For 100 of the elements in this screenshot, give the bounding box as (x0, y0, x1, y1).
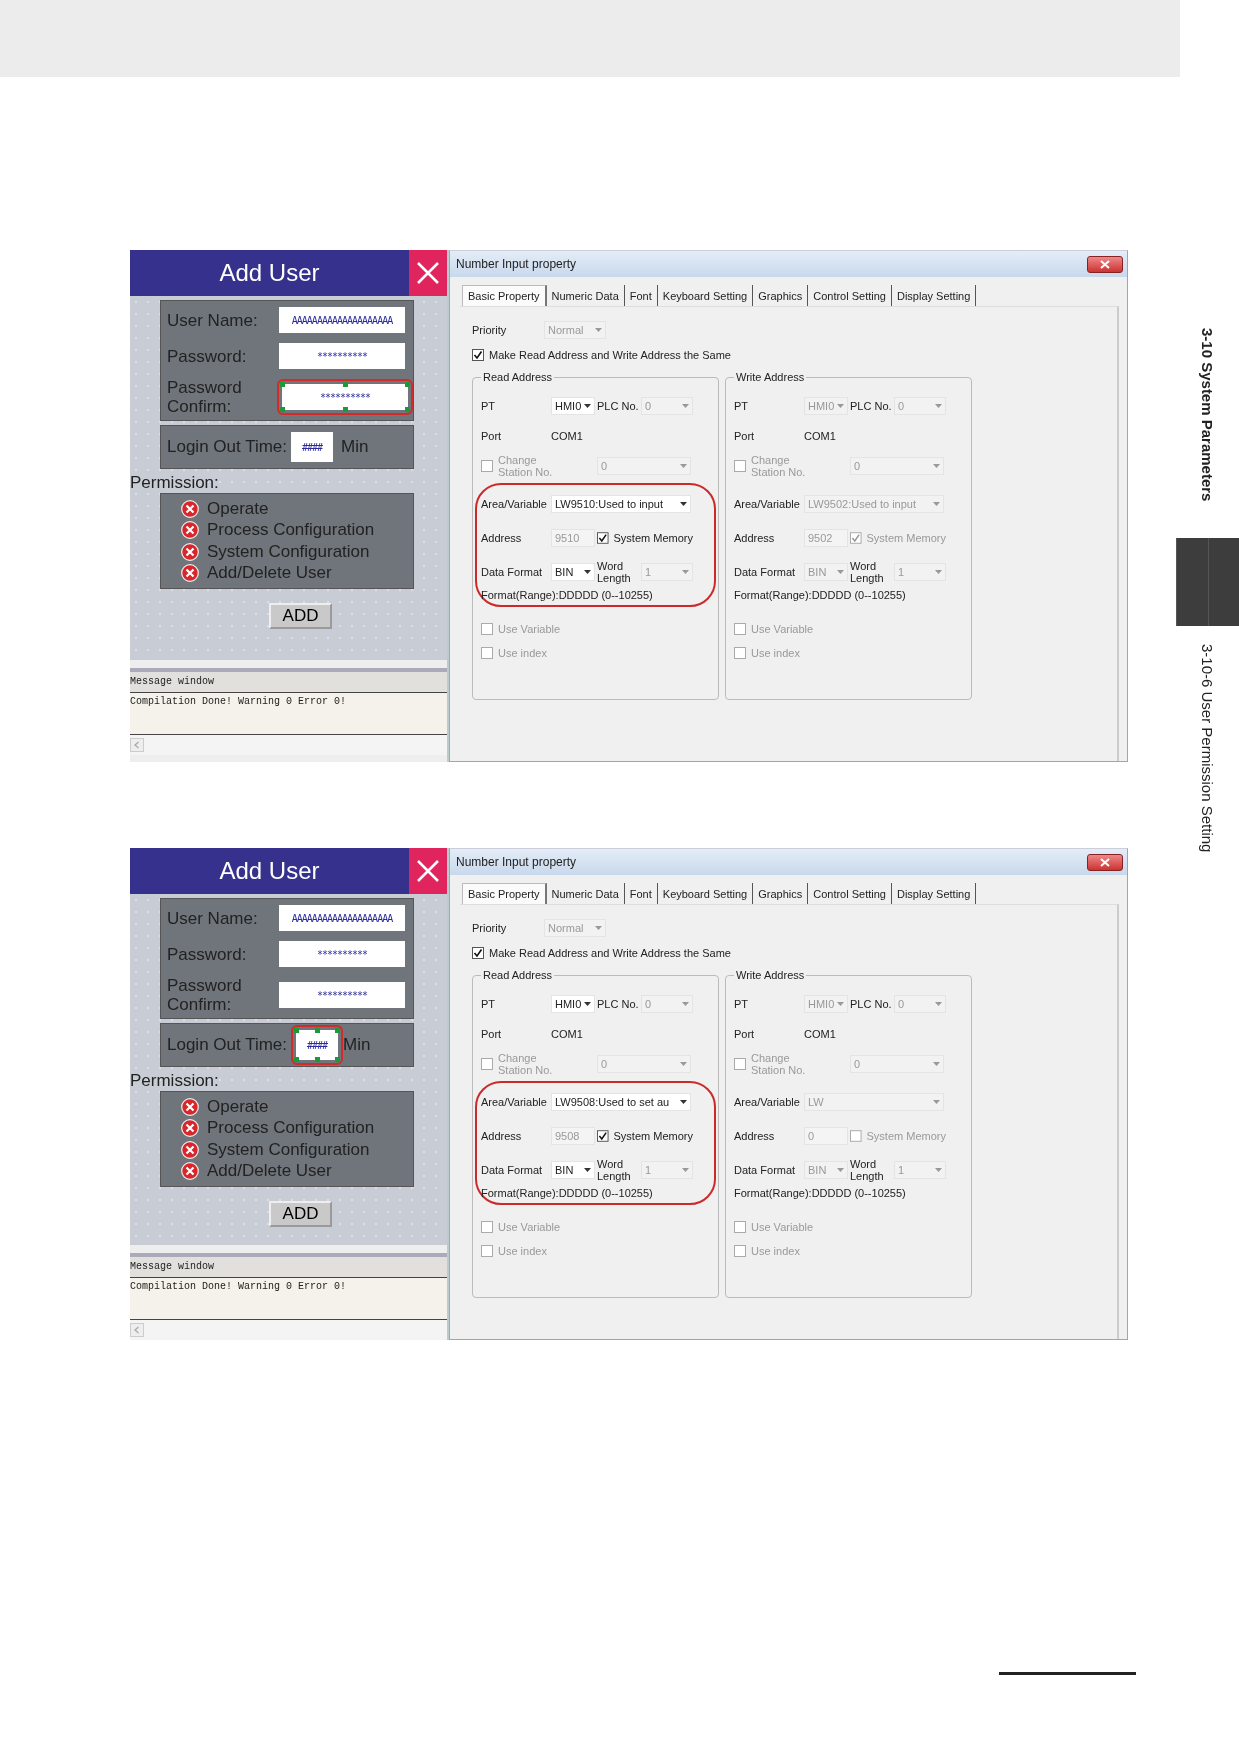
selection-handle[interactable] (294, 1057, 299, 1062)
field-label: Address (481, 1130, 523, 1142)
close-button[interactable] (1087, 853, 1123, 871)
field-label: Login Out Time: (167, 1035, 287, 1055)
checkbox[interactable] (734, 1245, 746, 1257)
caret-icon (584, 404, 591, 408)
checkbox-label: System Memory (866, 1130, 946, 1142)
checkbox[interactable] (734, 647, 746, 659)
tab[interactable]: Graphics (753, 883, 809, 904)
window-title: Number Input property (456, 257, 577, 271)
close-button[interactable] (1087, 255, 1123, 273)
dropdown[interactable]: HMI0 (551, 995, 595, 1013)
checkbox[interactable] (481, 1245, 493, 1257)
checkbox[interactable] (734, 1221, 746, 1233)
selection-handle[interactable] (315, 1028, 320, 1033)
selection-handle[interactable] (315, 1057, 320, 1062)
close-icon (1100, 857, 1110, 867)
caret-icon (933, 1100, 940, 1104)
tab[interactable]: Basic Property (462, 883, 547, 904)
permission-label: Process Configuration (207, 520, 375, 541)
checkbox-label: Use Variable (751, 623, 814, 635)
text-field[interactable]: ********** (282, 384, 408, 410)
selection-handle[interactable] (405, 407, 410, 412)
dropdown[interactable]: LW9510:Used to input (551, 495, 691, 513)
text-field[interactable]: #### (296, 1030, 338, 1060)
text-field[interactable]: #### (291, 432, 333, 462)
section-label: Permission: (130, 1071, 220, 1091)
selection-handle[interactable] (335, 1028, 340, 1033)
caret-icon (935, 1168, 942, 1172)
field-label: Word Length (597, 560, 632, 584)
selection-handle[interactable] (280, 407, 285, 412)
tab[interactable]: Control Setting (808, 285, 892, 306)
text-field[interactable]: ********** (279, 982, 405, 1008)
field-label: Password Confirm: (167, 976, 243, 1014)
group-title: Write Address (735, 969, 806, 981)
caret-icon (935, 1002, 942, 1006)
field-label: Data Format (734, 1164, 797, 1176)
checkbox[interactable] (472, 947, 484, 959)
cross-icon (181, 521, 199, 540)
tab[interactable]: Display Setting (892, 883, 977, 904)
field-label: PLC No. (597, 400, 639, 412)
checkbox[interactable] (597, 532, 609, 544)
tab[interactable]: Keyboard Setting (657, 285, 754, 306)
checkbox[interactable] (481, 1221, 493, 1233)
caret-icon (680, 1100, 687, 1104)
tab[interactable]: Keyboard Setting (657, 883, 754, 904)
dropdown[interactable]: BIN (551, 563, 595, 581)
selection-handle[interactable] (335, 1057, 340, 1062)
port-value: COM1 (804, 1028, 837, 1040)
checkbox[interactable] (481, 623, 493, 635)
checkbox-label: Change Station No. (751, 454, 807, 478)
field-label: Word Length (850, 1158, 885, 1182)
cross-icon (181, 564, 199, 583)
caret-icon (595, 926, 602, 930)
scroll-left-icon[interactable] (130, 1323, 144, 1337)
selection-handle[interactable] (343, 382, 348, 387)
tab[interactable]: Basic Property (462, 285, 547, 306)
tab[interactable]: Numeric Data (546, 285, 625, 306)
text-field[interactable]: AAAAAAAAAAAAAAAAAAAA (279, 307, 405, 333)
checkbox[interactable] (481, 647, 493, 659)
add-button[interactable]: ADD (268, 1201, 333, 1227)
tab[interactable]: Font (624, 883, 658, 904)
tab[interactable]: Font (624, 285, 658, 306)
caret-icon (595, 328, 602, 332)
selection-handle[interactable] (280, 382, 285, 387)
dropdown[interactable]: LW9508:Used to set au (551, 1093, 691, 1111)
checkbox-label: Use index (498, 1245, 547, 1257)
checkbox-label: Use index (751, 1245, 800, 1257)
checkbox[interactable] (597, 1130, 609, 1142)
selection-handle[interactable] (343, 407, 348, 412)
checkbox[interactable] (734, 623, 746, 635)
screen-title: Add User (218, 856, 321, 886)
close-button[interactable] (409, 848, 447, 894)
caret-icon (680, 1062, 687, 1066)
tab[interactable]: Numeric Data (546, 883, 625, 904)
checkbox[interactable] (472, 349, 484, 361)
close-icon (1100, 259, 1110, 269)
permission-label: Operate (207, 498, 269, 519)
checkbox-label: Use Variable (498, 1221, 561, 1233)
selection-handle[interactable] (405, 382, 410, 387)
checkbox-label: Use index (751, 647, 800, 659)
dropdown[interactable]: HMI0 (551, 397, 595, 415)
text-field[interactable]: ********** (279, 343, 405, 369)
field-label: Port (481, 1028, 503, 1040)
field-label: Password: (167, 346, 248, 366)
caret-icon (584, 1168, 591, 1172)
scroll-left-icon[interactable] (130, 738, 144, 752)
dropdown[interactable]: BIN (551, 1161, 595, 1179)
text-field[interactable]: AAAAAAAAAAAAAAAAAAAA (279, 905, 405, 931)
field-label: Address (734, 532, 776, 544)
selection-handle[interactable] (294, 1028, 299, 1033)
tab[interactable]: Display Setting (892, 285, 977, 306)
screen-title: Add User (218, 258, 321, 288)
add-button[interactable]: ADD (268, 603, 333, 629)
tab[interactable]: Graphics (753, 285, 809, 306)
text-field[interactable]: ********** (279, 941, 405, 967)
field-label: Port (481, 430, 503, 442)
close-button[interactable] (409, 250, 447, 296)
caret-icon (584, 1002, 591, 1006)
tab[interactable]: Control Setting (808, 883, 892, 904)
